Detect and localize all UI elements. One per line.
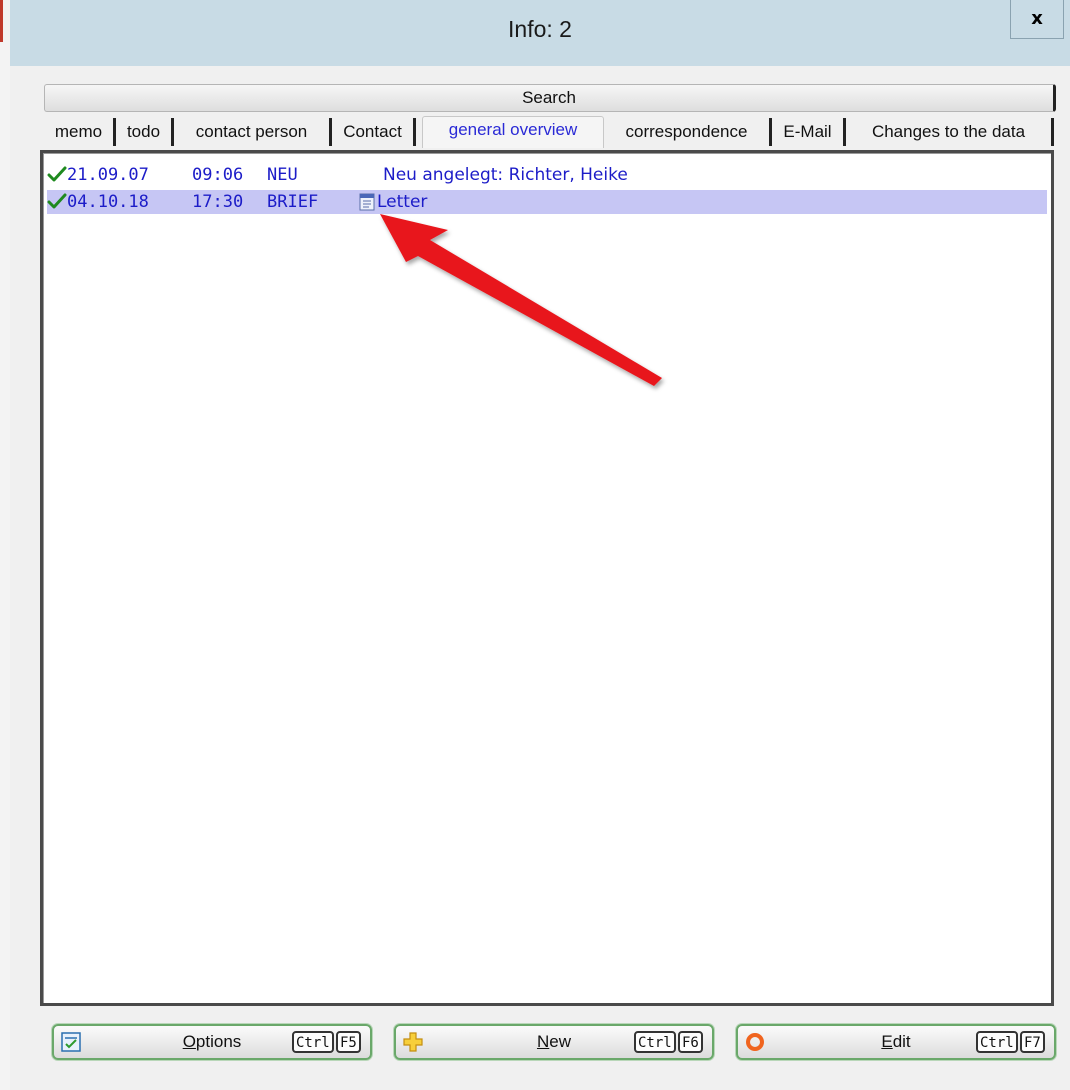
- row-time: 09:06: [192, 165, 244, 185]
- row-text: Letter: [377, 192, 428, 212]
- row-type: BRIEF: [267, 192, 319, 212]
- f7-key: F7: [1020, 1031, 1045, 1053]
- tab-contact-person[interactable]: contact person: [174, 118, 332, 146]
- title-bar[interactable]: Info: 2 x: [10, 0, 1070, 66]
- window-title: Info: 2: [508, 16, 572, 42]
- edit-button[interactable]: Edit Ctrl F7: [736, 1024, 1056, 1060]
- dialog-body: Search memo todo contact person Contact …: [24, 66, 1060, 1090]
- ctrl-key: Ctrl: [292, 1031, 334, 1053]
- f5-key: F5: [336, 1031, 361, 1053]
- row-date: 04.10.18: [67, 192, 149, 212]
- search-button[interactable]: Search: [44, 84, 1056, 112]
- ctrl-key: Ctrl: [976, 1031, 1018, 1053]
- command-bar: Options Ctrl F5 New Ctrl F6 Edit Ctrl F7: [38, 1010, 1056, 1070]
- tab-memo[interactable]: memo: [44, 118, 116, 146]
- row-date: 21.09.07: [67, 165, 149, 185]
- row-type: NEU: [267, 165, 298, 185]
- row-text: Neu angelegt: Richter, Heike: [383, 165, 628, 185]
- info-dialog: Info: 2 x Search memo todo contact perso…: [10, 0, 1070, 1090]
- overview-list[interactable]: 21.09.07 09:06 NEU Neu angelegt: Richter…: [40, 150, 1054, 1006]
- background-window-accent: [0, 0, 3, 42]
- check-icon: [47, 166, 67, 182]
- tab-strip: memo todo contact person Contact general…: [44, 116, 1056, 148]
- list-item-selected[interactable]: 04.10.18 17:30 BRIEF Letter: [47, 190, 1047, 214]
- document-icon: [359, 193, 375, 211]
- tab-contact[interactable]: Contact: [332, 118, 416, 146]
- tab-correspondence[interactable]: correspondence: [604, 118, 772, 146]
- tab-general-overview[interactable]: general overview: [422, 116, 604, 148]
- row-time: 17:30: [192, 192, 244, 212]
- tab-email[interactable]: E-Mail: [772, 118, 846, 146]
- tab-todo[interactable]: todo: [116, 118, 174, 146]
- close-button[interactable]: x: [1010, 0, 1064, 39]
- new-button[interactable]: New Ctrl F6: [394, 1024, 714, 1060]
- options-button[interactable]: Options Ctrl F5: [52, 1024, 372, 1060]
- f6-key: F6: [678, 1031, 703, 1053]
- tab-changes-to-the-data[interactable]: Changes to the data: [846, 118, 1054, 146]
- check-icon: [47, 193, 67, 209]
- ctrl-key: Ctrl: [634, 1031, 676, 1053]
- list-item[interactable]: 21.09.07 09:06 NEU Neu angelegt: Richter…: [47, 163, 1047, 187]
